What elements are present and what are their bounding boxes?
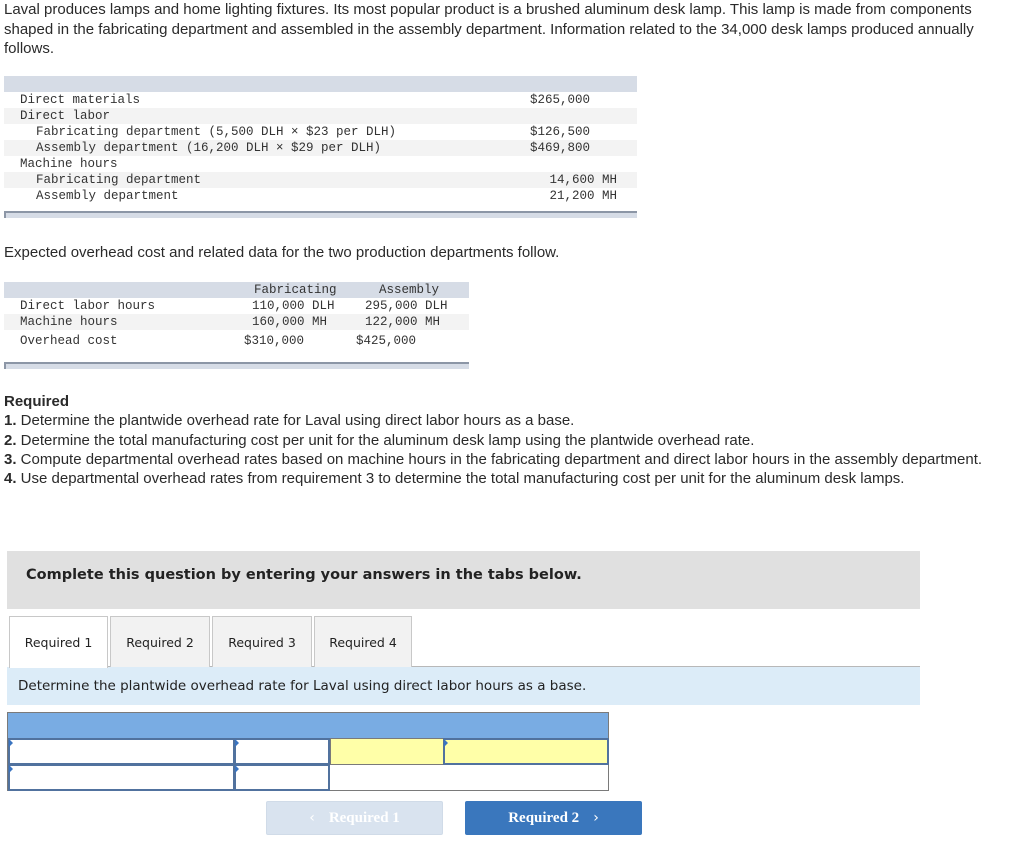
row1-label-input[interactable]	[10, 740, 233, 763]
column-header-fabricating: Fabricating	[254, 283, 337, 297]
row-label: Fabricating department	[36, 173, 202, 187]
row-label: Direct labor hours	[20, 299, 156, 313]
row-label: Overhead cost	[20, 334, 118, 348]
row-value: 14,600 MH	[549, 173, 617, 187]
tab-required-4[interactable]: Required 4	[314, 616, 412, 667]
row-label: Assembly department	[36, 189, 179, 203]
table-row: Assembly department (16,200 DLH × $29 pe…	[4, 140, 637, 156]
dropdown-marker-icon	[235, 739, 239, 747]
row-value: $469,800	[529, 141, 590, 155]
requirement-item: 2. Determine the total manufacturing cos…	[4, 431, 1004, 450]
next-button-label: Required 2	[508, 809, 580, 826]
row-label: Fabricating department (5,500 DLH × $23 …	[36, 125, 397, 139]
requirements-title: Required	[4, 393, 70, 410]
row-label: Direct labor	[20, 109, 111, 123]
row1-amount-input[interactable]	[236, 740, 328, 763]
tab-required-1[interactable]: Required 1	[9, 616, 108, 668]
requirement-item: 3. Compute departmental overhead rates b…	[4, 450, 1004, 469]
table-header-row: Fabricating Assembly	[4, 282, 469, 298]
chevron-right-icon: ›	[593, 810, 599, 826]
answer-cell[interactable]	[443, 738, 609, 765]
tab-required-2[interactable]: Required 2	[110, 616, 210, 667]
dropdown-marker-icon	[235, 765, 239, 773]
requirement-number: 3.	[4, 450, 17, 468]
previous-button-label: Required 1	[328, 809, 400, 826]
requirement-text: Determine the total manufacturing cost p…	[16, 431, 755, 449]
tab-required-3[interactable]: Required 3	[212, 616, 312, 667]
requirement-number: 4.	[4, 470, 17, 488]
table-row: Direct labor	[4, 108, 637, 124]
answer-cell[interactable]	[8, 738, 235, 765]
requirement-number: 2.	[4, 431, 17, 449]
requirement-number: 1.	[4, 412, 17, 430]
row-value: $126,500	[529, 125, 590, 139]
chevron-left-icon: ‹	[309, 810, 315, 826]
dropdown-marker-icon	[9, 765, 13, 773]
dropdown-marker-icon	[444, 739, 448, 747]
table-row: Assembly department 21,200 MH	[4, 188, 637, 204]
assembly-value: 295,000 DLH	[365, 299, 448, 313]
tab-instruction: Determine the plantwide overhead rate fo…	[7, 667, 920, 705]
requirement-text: Use departmental overhead rates from req…	[16, 470, 905, 488]
table-row: Machine hours 160,000 MH 122,000 MH	[4, 314, 469, 330]
table-row: Fabricating department 14,600 MH	[4, 172, 637, 188]
tab-bar: Required 1 Required 2 Required 3 Require…	[9, 616, 920, 668]
column-header-assembly: Assembly	[379, 283, 440, 297]
answer-cell-highlight	[330, 738, 444, 765]
banner-text: Complete this question by entering your …	[26, 567, 582, 583]
assembly-value: 122,000 MH	[365, 315, 441, 329]
fabricating-value: 160,000 MH	[252, 315, 328, 329]
fabricating-value: $310,000	[244, 334, 305, 348]
table-row: Direct labor hours 110,000 DLH 295,000 D…	[4, 298, 469, 314]
row-label: Machine hours	[20, 315, 118, 329]
row-value: $265,000	[529, 93, 590, 107]
table-row: Overhead cost $310,000 $425,000	[4, 330, 469, 352]
answer-cell[interactable]	[8, 764, 235, 791]
table-footer	[4, 211, 637, 218]
fabricating-value: 110,000 DLH	[252, 299, 335, 313]
next-button[interactable]: Required 2 ›	[465, 801, 642, 835]
instructions-banner: Complete this question by entering your …	[7, 551, 920, 609]
overhead-data-table: Fabricating Assembly Direct labor hours …	[4, 282, 469, 369]
table-footer	[4, 362, 469, 369]
overhead-intro: Expected overhead cost and related data …	[4, 244, 560, 261]
row-value: 21,200 MH	[549, 189, 617, 203]
problem-intro: Laval produces lamps and home lighting f…	[4, 1, 974, 57]
assembly-value: $425,000	[356, 334, 417, 348]
requirement-item: 1. Determine the plantwide overhead rate…	[4, 411, 1004, 430]
row1-result-input[interactable]	[445, 740, 607, 763]
table-row: Direct materials $265,000	[4, 92, 637, 108]
row2-amount-input[interactable]	[236, 766, 328, 789]
answer-grid-header	[8, 713, 608, 738]
answer-grid	[7, 712, 609, 791]
cost-data-table: Direct materials $265,000 Direct labor F…	[4, 76, 637, 218]
row-label: Direct materials	[20, 93, 141, 107]
requirement-text: Compute departmental overhead rates base…	[16, 450, 983, 468]
table-row: Machine hours	[4, 156, 637, 172]
requirement-item: 4. Use departmental overhead rates from …	[4, 469, 1004, 488]
previous-button[interactable]: ‹ Required 1	[266, 801, 443, 835]
requirement-text: Determine the plantwide overhead rate fo…	[16, 412, 575, 430]
row-label: Assembly department (16,200 DLH × $29 pe…	[36, 141, 382, 155]
answer-cell[interactable]	[234, 738, 330, 765]
row2-label-input[interactable]	[10, 766, 233, 789]
table-row: Fabricating department (5,500 DLH × $23 …	[4, 124, 637, 140]
table-header	[4, 76, 637, 92]
requirements: Required 1. Determine the plantwide over…	[4, 392, 1004, 488]
dropdown-marker-icon	[9, 739, 13, 747]
answer-cell[interactable]	[234, 764, 330, 791]
row-label: Machine hours	[20, 157, 118, 171]
